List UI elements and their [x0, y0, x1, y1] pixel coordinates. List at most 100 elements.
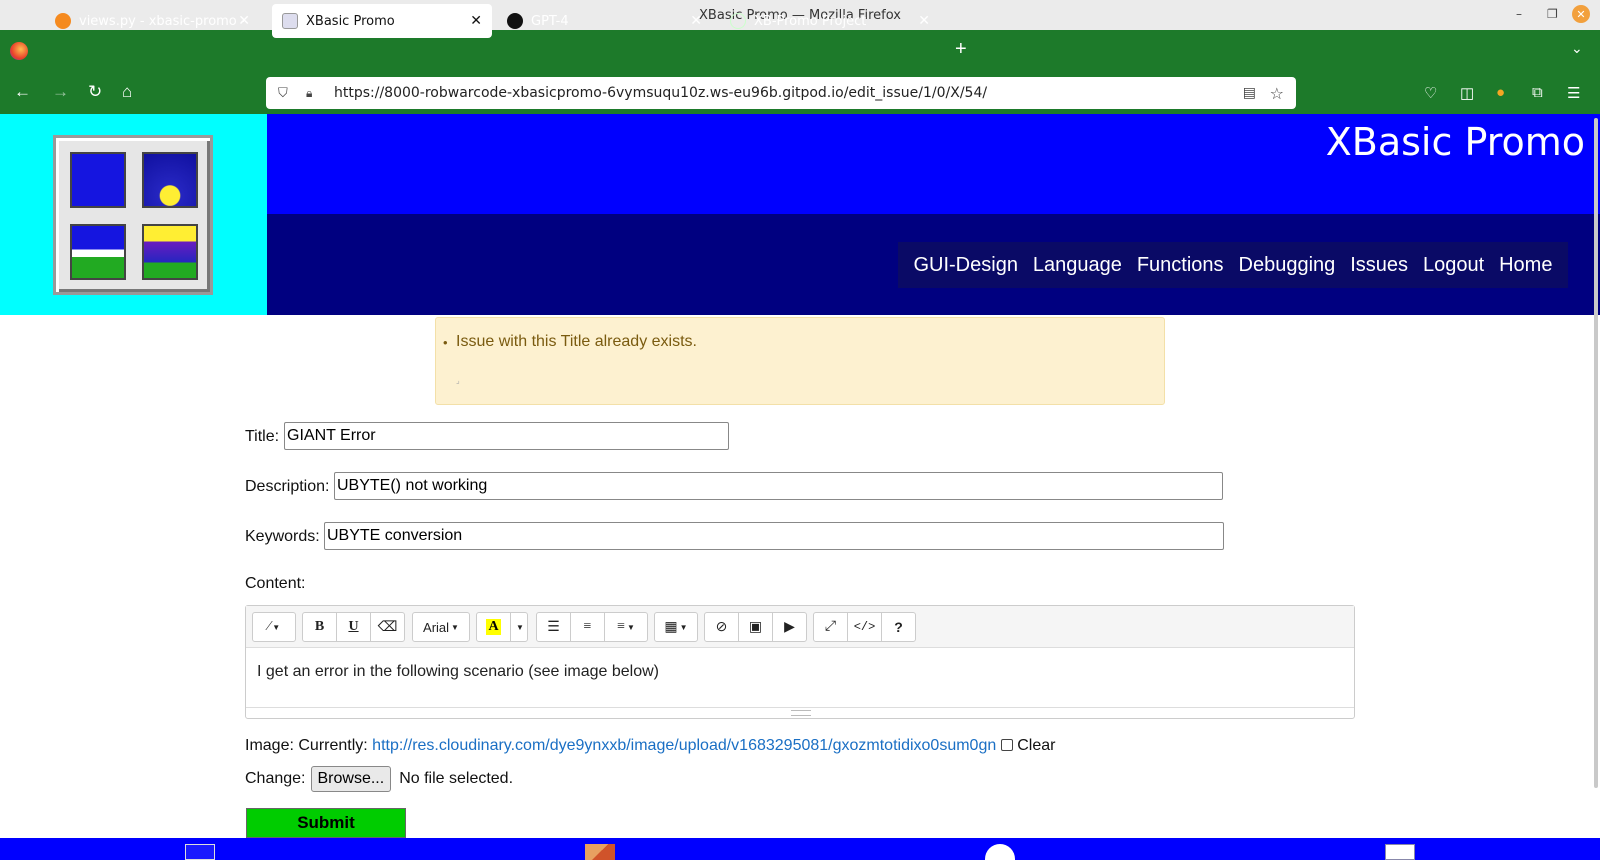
content-editor: ⁄ ▼ B U ⌫ Arial ▼ A ▼ ☰ ≡ ≡ ▼ ▦ ▼ ⊘ ▣ ▶ ⤢ </ [245, 605, 1355, 719]
code-view-icon[interactable]: </> [847, 612, 882, 642]
change-label: Change: [245, 770, 306, 787]
app-menu-icon[interactable]: ☰ [1567, 84, 1580, 102]
pocket-icon[interactable]: ♡ [1424, 84, 1437, 102]
alert-message: Issue with this Title already exists. [456, 333, 697, 350]
close-icon[interactable]: ✕ [690, 13, 702, 29]
lock-icon[interactable]: 🔒︎ [306, 86, 320, 101]
description-input[interactable] [334, 472, 1223, 500]
mail-icon[interactable] [1385, 844, 1415, 860]
tab-label: XB-Promo Project [754, 13, 867, 29]
underline-button[interactable]: U [336, 612, 371, 642]
brand-title: XBasic Promo [1325, 120, 1585, 164]
extensions-icon[interactable]: ⧉ [1532, 84, 1543, 101]
unordered-list-icon[interactable]: ☰ [536, 612, 571, 642]
menu-functions[interactable]: Functions [1137, 254, 1224, 277]
scrollbar-thumb[interactable] [1594, 118, 1598, 788]
close-icon[interactable]: ✕ [470, 13, 482, 29]
tab-label: XBasic Promo [306, 13, 395, 29]
banner-top: XBasic Promo [267, 114, 1600, 214]
extension-gitpod-icon[interactable]: ● [1496, 84, 1505, 101]
color-group: A ▼ [476, 612, 528, 642]
picture-icon[interactable]: ▣ [738, 612, 773, 642]
logo-pane [142, 224, 198, 280]
alert-resize-mark: ⌟ [456, 376, 460, 385]
image-link[interactable]: http://res.cloudinary.com/dye9ynxxb/imag… [372, 737, 996, 754]
font-family-dropdown[interactable]: Arial ▼ [412, 612, 470, 642]
insert-group: ⊘ ▣ ▶ [704, 612, 807, 642]
tab-views-py[interactable]: views.py - xbasic-promo - Gi ✕ [45, 4, 260, 38]
back-icon[interactable]: ← [14, 82, 31, 102]
logo-pane [70, 152, 126, 208]
eraser-icon[interactable]: ⌫ [370, 612, 405, 642]
font-name: Arial [423, 619, 450, 635]
menu-language[interactable]: Language [1033, 254, 1122, 277]
main-menu: GUI-Design Language Functions Debugging … [898, 242, 1568, 288]
forward-icon[interactable]: → [52, 82, 69, 102]
view-group: ⤢ </> ? [813, 612, 916, 642]
alert-bullet: • [443, 335, 448, 350]
close-icon[interactable]: ✕ [238, 13, 250, 29]
url-bar[interactable]: ⛉ 🔒︎ https://8000-robwarcode-xbasicpromo… [266, 77, 1296, 109]
title-input[interactable] [284, 422, 729, 450]
keywords-label: Keywords: [245, 528, 320, 545]
menu-logout[interactable]: Logout [1423, 254, 1484, 277]
openai-icon [507, 13, 523, 29]
tab-xb-promo-project[interactable]: XB-Promo Project ✕ [720, 4, 940, 38]
menu-gui-design[interactable]: GUI-Design [913, 254, 1017, 277]
description-label: Description: [245, 478, 330, 495]
clear-checkbox[interactable] [1001, 739, 1014, 751]
logo-pane [142, 152, 198, 208]
highlight-color-button[interactable]: A [476, 612, 511, 642]
link-icon[interactable]: ⊘ [704, 612, 739, 642]
reader-view-icon[interactable]: ▤ [1243, 85, 1256, 101]
menu-home[interactable]: Home [1499, 254, 1552, 277]
editor-status-divider [246, 707, 1354, 708]
firefox-icon[interactable] [10, 42, 28, 60]
menu-debugging[interactable]: Debugging [1239, 254, 1336, 277]
image-label: Image: Currently: [245, 737, 368, 754]
list-group: ☰ ≡ ≡ ▼ [536, 612, 648, 642]
minimize-icon[interactable]: – [1516, 7, 1522, 21]
banner-bottom: GUI-Design Language Functions Debugging … [267, 214, 1600, 315]
ordered-list-icon[interactable]: ≡ [570, 612, 605, 642]
clear-label[interactable]: Clear [1017, 737, 1055, 754]
globe-icon [730, 13, 746, 29]
resize-handle[interactable] [791, 710, 811, 716]
xbasic-logo[interactable] [53, 135, 213, 295]
github-icon[interactable] [985, 844, 1015, 860]
tab-label: views.py - xbasic-promo - Gi [79, 13, 244, 29]
sidebar-icon[interactable]: ◫ [1460, 84, 1474, 102]
tab-gpt4[interactable]: GPT-4 ✕ [497, 4, 712, 38]
new-tab-icon[interactable]: + [955, 38, 967, 61]
home-icon[interactable]: ⌂ [122, 82, 132, 102]
table-icon[interactable]: ▦ ▼ [654, 612, 698, 642]
magic-wand-icon[interactable]: ⁄ ▼ [252, 612, 296, 642]
xbasic-footer-icon[interactable] [185, 844, 215, 860]
gitpod-footer-icon[interactable] [585, 844, 615, 860]
maximize-icon[interactable]: ❐ [1547, 7, 1558, 21]
table-glyph: ▦ [664, 619, 678, 635]
error-alert: • Issue with this Title already exists. … [435, 317, 1165, 405]
magic-glyph: ⁄ [267, 619, 271, 634]
bold-button[interactable]: B [302, 612, 337, 642]
fullscreen-icon[interactable]: ⤢ [813, 612, 848, 642]
menu-issues[interactable]: Issues [1350, 254, 1408, 277]
video-icon[interactable]: ▶ [772, 612, 807, 642]
reload-icon[interactable]: ↻ [88, 82, 102, 102]
help-icon[interactable]: ? [881, 612, 916, 642]
submit-button[interactable]: Submit [246, 808, 406, 838]
url-text[interactable]: https://8000-robwarcode-xbasicpromo-6vym… [334, 85, 987, 101]
tab-list-icon[interactable]: ⌄ [1571, 40, 1583, 57]
editor-content[interactable]: I get an error in the following scenario… [257, 663, 659, 681]
bookmark-star-icon[interactable]: ☆ [1270, 84, 1284, 103]
keywords-input[interactable] [324, 522, 1224, 550]
gitpod-icon [55, 13, 71, 29]
color-dropdown-icon[interactable]: ▼ [510, 612, 528, 642]
close-window-icon[interactable]: ✕ [1572, 5, 1590, 23]
xbasic-icon [282, 13, 298, 29]
shield-icon[interactable]: ⛉ [278, 86, 292, 101]
browse-button[interactable]: Browse... [310, 766, 392, 792]
close-icon[interactable]: ✕ [918, 13, 930, 29]
tab-xbasic-promo[interactable]: XBasic Promo ✕ [272, 4, 492, 38]
paragraph-align-icon[interactable]: ≡ ▼ [604, 612, 648, 642]
